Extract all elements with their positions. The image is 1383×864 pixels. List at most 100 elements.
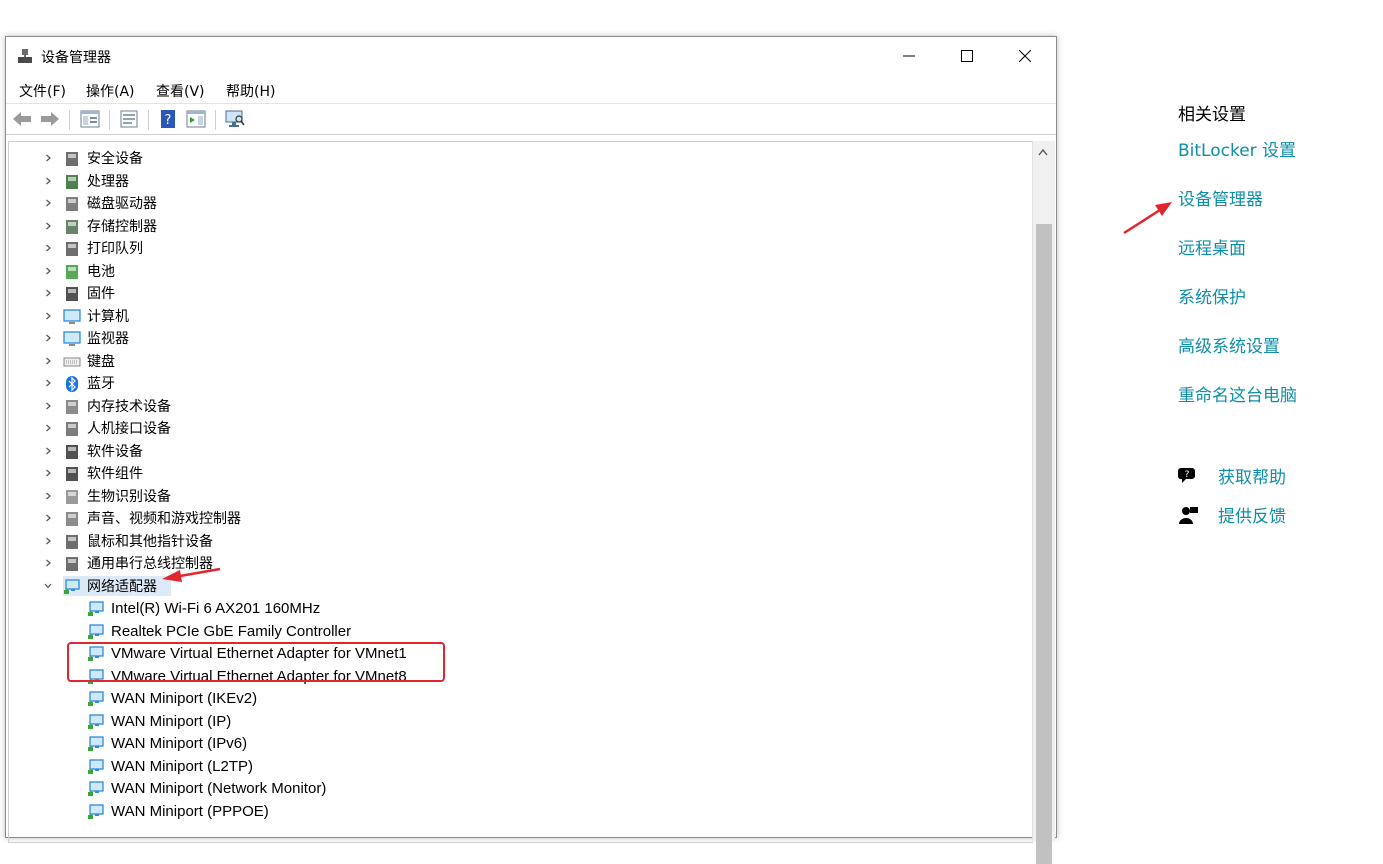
tree-category-label: 鼠标和其他指针设备 [87,533,213,550]
link-bitlocker-settings[interactable]: BitLocker 设置 [1178,136,1296,161]
tree-category-label: 生物识别设备 [87,488,171,505]
give-feedback-link[interactable]: 提供反馈 [1178,502,1286,527]
title-bar[interactable]: 设备管理器 [6,37,1056,75]
tree-category[interactable]: 软件组件 [46,463,143,485]
show-hide-console-tree-button[interactable] [79,109,101,129]
forward-button[interactable] [39,109,61,129]
chevron-right-icon[interactable] [43,311,53,321]
chevron-right-icon[interactable] [43,378,53,388]
tree-category-label: 电池 [87,263,115,280]
tree-category[interactable]: 磁盘驱动器 [46,193,157,215]
scan-hardware-button[interactable] [224,109,246,129]
minimize-button[interactable] [880,37,938,75]
action-pane-icon [186,110,206,128]
network-adapter-item[interactable]: WAN Miniport (PPPOE) [87,801,269,823]
chevron-right-icon[interactable] [43,288,53,298]
device-manager-window: 设备管理器 文件(F) 操作(A) 查看(V) 帮助(H) ? 安全设备 处理器… [5,36,1057,864]
tree-category-label: 处理器 [87,173,129,190]
menu-action[interactable]: 操作(A) [86,81,135,101]
tree-category[interactable]: 鼠标和其他指针设备 [46,531,213,553]
link-advanced-system-settings[interactable]: 高级系统设置 [1178,332,1280,357]
tree-category[interactable]: 生物识别设备 [46,486,171,508]
network-adapter-item[interactable]: WAN Miniport (IP) [87,711,231,733]
give-feedback-label: 提供反馈 [1218,507,1286,527]
chevron-right-icon[interactable] [43,221,53,231]
tree-category[interactable]: 声音、视频和游戏控制器 [46,508,241,530]
network-adapter-item[interactable]: WAN Miniport (IPv6) [87,733,247,755]
chevron-right-icon[interactable] [43,491,53,501]
tree-category[interactable]: 人机接口设备 [46,418,171,440]
link-system-protection[interactable]: 系统保护 [1178,283,1246,308]
chevron-right-icon[interactable] [43,198,53,208]
device-tree[interactable]: 安全设备处理器磁盘驱动器 存储控制器打印队列电池固件计算机监视器键盘蓝牙内存技术设… [8,141,1033,843]
tree-category-label: 声音、视频和游戏控制器 [87,511,241,527]
menu-help[interactable]: 帮助(H) [226,81,275,101]
link-device-manager[interactable]: 设备管理器 [1178,185,1263,210]
tree-category-label: 通用串行总线控制器 [87,556,213,572]
toolbar-separator [109,110,110,130]
tree-category-label: 固件 [87,286,115,302]
network-adapter-item[interactable]: Intel(R) Wi-Fi 6 AX201 160MHz [87,598,320,620]
link-remote-desktop[interactable]: 远程桌面 [1178,234,1246,259]
related-settings-title: 相关设置 [1178,105,1246,125]
menu-file[interactable]: 文件(F) [19,81,66,101]
tree-category[interactable]: 打印队列 [46,238,143,260]
network-adapter-label: WAN Miniport (PPPOE) [111,802,269,820]
tree-category[interactable]: 电池 [46,261,115,283]
tree-category[interactable]: 蓝牙 [46,373,115,395]
tree-category-label: 人机接口设备 [87,421,171,437]
chevron-right-icon[interactable] [43,401,53,411]
tree-category[interactable]: 固件 [46,283,115,305]
tree-category-label: 蓝牙 [87,376,115,392]
maximize-button[interactable] [938,37,996,75]
back-button[interactable] [11,109,33,129]
tree-category[interactable]: 处理器 [46,171,129,193]
usb-icon [66,557,78,571]
tree-category[interactable]: 存储控制器 [46,216,157,238]
get-help-link[interactable]: ? 获取帮助 [1178,463,1286,488]
link-rename-pc[interactable]: 重命名这台电脑 [1178,381,1297,406]
tree-category[interactable]: 网络适配器 [44,576,157,598]
tree-category[interactable]: 监视器 [46,328,129,350]
chevron-right-icon[interactable] [43,423,53,433]
tree-category[interactable]: 安全设备 [46,148,143,170]
tree-category[interactable]: 计算机 [46,306,129,328]
computer-icon [63,308,81,324]
network-adapter-item[interactable]: WAN Miniport (IKEv2) [87,688,257,710]
tree-category-label: 监视器 [87,331,129,347]
chevron-right-icon[interactable] [43,153,53,163]
network-adapter-item[interactable]: WAN Miniport (Network Monitor) [87,778,326,800]
help-button[interactable]: ? [157,109,179,129]
network-adapter-item[interactable]: WAN Miniport (L2TP) [87,756,253,778]
chevron-right-icon[interactable] [43,558,53,568]
tree-category[interactable]: 内存技术设备 [46,396,171,418]
scrollbar-thumb[interactable] [1036,224,1052,864]
software-component-icon [66,467,78,481]
tree-category[interactable]: 软件设备 [46,441,143,463]
network-adapter-item[interactable]: Realtek PCIe GbE Family Controller [87,621,351,643]
scan-monitor-icon [225,110,245,127]
chevron-right-icon[interactable] [43,243,53,253]
tree-category-label: 打印队列 [87,241,143,257]
tree-category[interactable]: 通用串行总线控制器 [46,553,213,575]
chevron-right-icon[interactable] [43,513,53,523]
chevron-right-icon[interactable] [43,446,53,456]
properties-button[interactable] [118,109,140,129]
close-button[interactable] [996,37,1054,75]
scroll-up-arrow-icon[interactable] [1038,148,1048,156]
tree-category-label: 计算机 [87,308,129,325]
action-pane-button[interactable] [185,109,207,129]
network-adapter-label: Realtek PCIe GbE Family Controller [111,622,352,640]
vertical-scrollbar[interactable] [1032,141,1055,864]
menu-view[interactable]: 查看(V) [156,81,205,101]
chevron-right-icon[interactable] [43,266,53,276]
chevron-right-icon[interactable] [43,333,53,343]
chevron-right-icon[interactable] [43,176,53,186]
network-adapter-icon [88,713,104,729]
chevron-down-icon[interactable] [43,581,53,591]
tree-category[interactable]: 键盘 [46,351,115,373]
properties-icon [120,110,138,128]
chevron-right-icon[interactable] [43,468,53,478]
chevron-right-icon[interactable] [43,536,53,546]
chevron-right-icon[interactable] [43,356,53,366]
